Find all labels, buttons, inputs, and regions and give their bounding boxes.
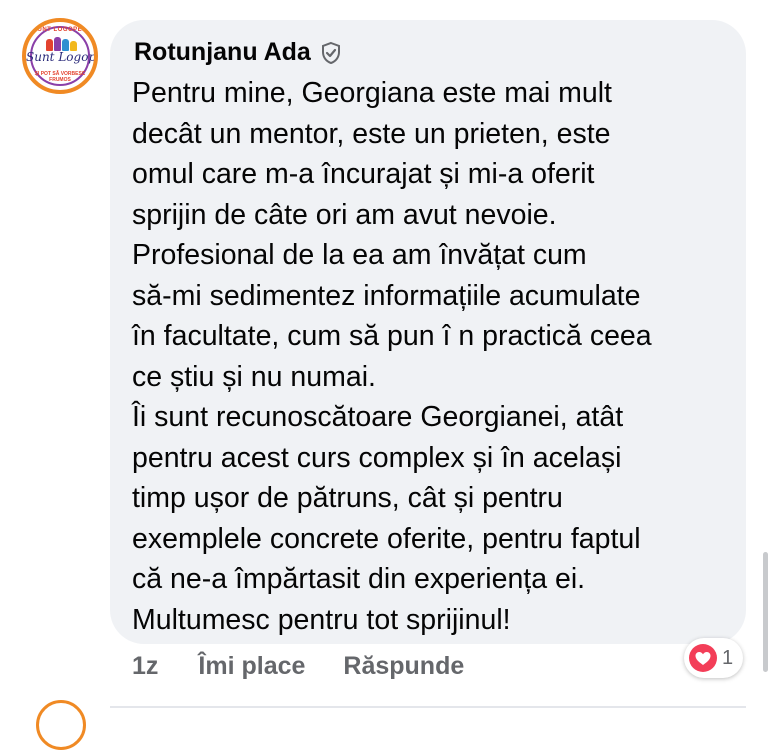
- comment-text: Pentru mine, Georgiana este mai mult dec…: [132, 77, 652, 636]
- comment-timestamp[interactable]: 1z: [132, 652, 158, 681]
- author-avatar[interactable]: SUNT LOGOPED Sunt Logoped ȘI POT SĂ VORB…: [22, 18, 98, 94]
- next-comment-divider: [110, 706, 746, 708]
- like-button[interactable]: Îmi place: [198, 652, 305, 681]
- avatar-main-text: Sunt Logoped: [26, 50, 97, 64]
- reaction-count: 1: [722, 646, 734, 669]
- reply-button[interactable]: Răspunde: [343, 652, 464, 681]
- comment-actions: 1z Îmi place Răspunde: [132, 652, 464, 681]
- comment-bubble[interactable]: Rotunjanu Ada Pentru mine, Georgiana est…: [110, 20, 746, 644]
- reactions-summary[interactable]: 1: [684, 638, 744, 678]
- heart-icon: [688, 643, 718, 673]
- next-comment-avatar[interactable]: [36, 700, 86, 750]
- author-name[interactable]: Rotunjanu Ada: [134, 38, 311, 67]
- scrollbar[interactable]: [763, 552, 768, 672]
- shield-check-icon: [319, 41, 343, 65]
- comment-author: Rotunjanu Ada: [134, 38, 343, 67]
- avatar-bottom-text: ȘI POT SĂ VORBESC FRUMOS: [34, 71, 86, 83]
- kids-icon: [46, 35, 77, 51]
- avatar-top-text: SUNT LOGOPED: [32, 27, 87, 33]
